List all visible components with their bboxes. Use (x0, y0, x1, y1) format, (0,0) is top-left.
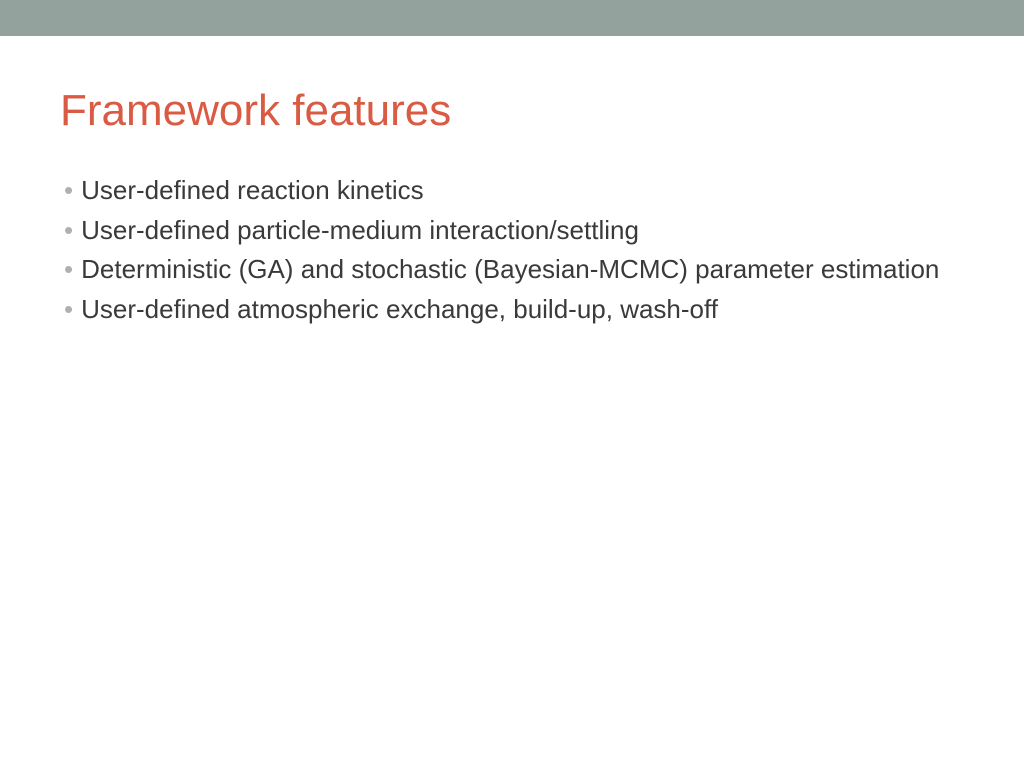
list-item: • User-defined particle-medium interacti… (64, 212, 964, 250)
list-item: • Deterministic (GA) and stochastic (Bay… (64, 251, 964, 289)
list-item: • User-defined atmospheric exchange, bui… (64, 291, 964, 329)
bullet-icon: • (64, 172, 73, 210)
bullet-icon: • (64, 291, 73, 329)
slide-content: Framework features • User-defined reacti… (0, 36, 1024, 329)
bullet-icon: • (64, 212, 73, 250)
bullet-text: User-defined atmospheric exchange, build… (81, 291, 964, 329)
bullet-text: User-defined reaction kinetics (81, 172, 964, 210)
bullet-text: Deterministic (GA) and stochastic (Bayes… (81, 251, 964, 289)
bullet-text: User-defined particle-medium interaction… (81, 212, 964, 250)
top-accent-bar (0, 0, 1024, 36)
slide-title: Framework features (60, 86, 964, 136)
bullet-icon: • (64, 251, 73, 289)
bullet-list: • User-defined reaction kinetics • User-… (60, 172, 964, 329)
list-item: • User-defined reaction kinetics (64, 172, 964, 210)
